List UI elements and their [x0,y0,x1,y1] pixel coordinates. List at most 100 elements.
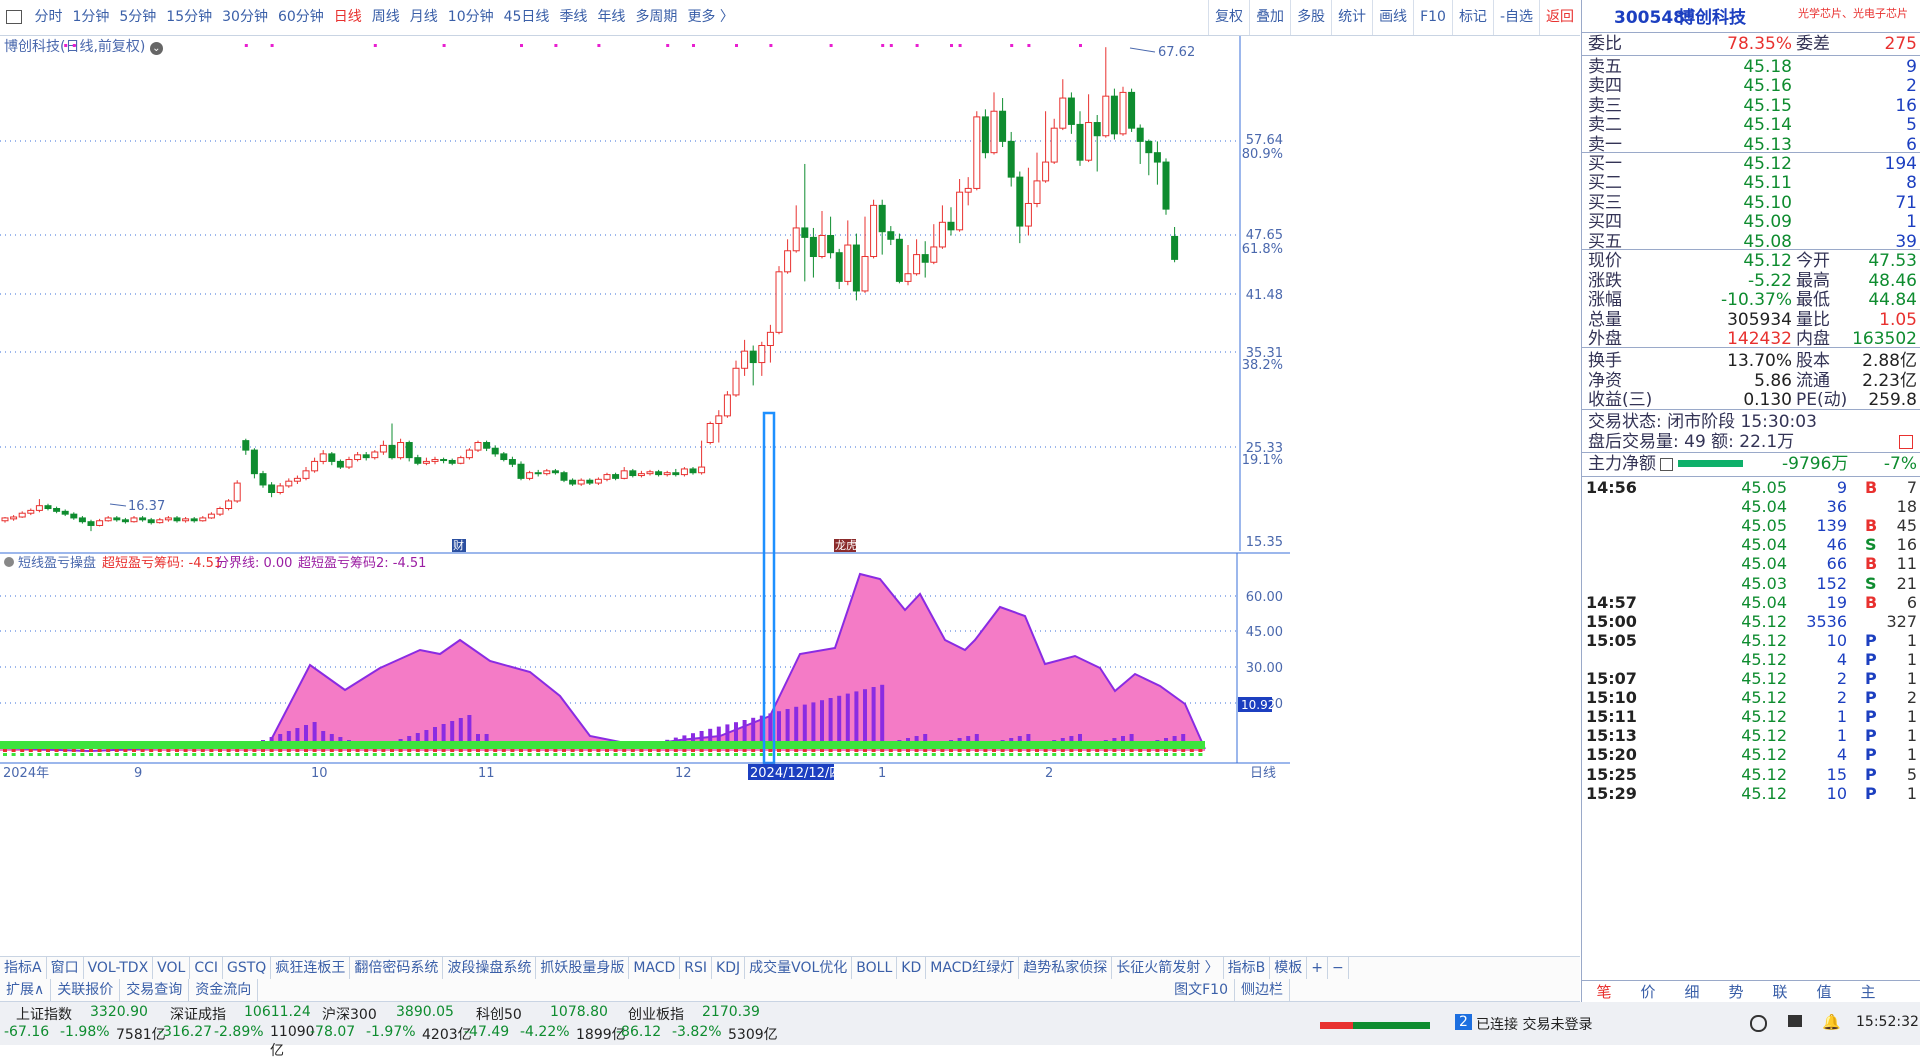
period-tab[interactable]: 分时 [34,0,62,35]
refresh-icon[interactable] [1750,1015,1767,1032]
candle-body [259,473,267,486]
extension-tab[interactable]: 扩展∧ [0,979,52,1001]
panel-bottom-tab[interactable]: 联 [1758,981,1802,1003]
band-red-mark [1121,749,1125,752]
band-red-mark [1052,749,1057,752]
indicator-tab[interactable]: 长征火箭发射 〉 [1112,957,1224,979]
indicator-tab[interactable]: GSTQ [223,957,272,979]
indicator-tab[interactable]: MACD [629,957,681,979]
period-tab[interactable]: 30分钟 [222,0,268,35]
indicator-tab[interactable]: − [1328,957,1349,979]
indicator-tab[interactable]: 模板 [1270,957,1308,979]
period-tab[interactable]: 年线 [597,0,625,35]
extension-tab[interactable]: 资金流向 [189,979,259,1001]
index-change: -47.49 [464,1024,510,1040]
indicator-tab[interactable]: RSI [680,957,713,979]
period-tab[interactable]: 10分钟 [448,0,494,35]
toolbar-button[interactable]: 返回 [1539,0,1580,35]
candle-body [603,474,611,480]
period-tab[interactable]: 60分钟 [278,0,324,35]
band-green-mark [794,753,799,756]
indicator-tab[interactable]: BOLL [852,957,898,979]
toolbar-button[interactable]: 统计 [1331,0,1372,35]
candle-body [371,451,379,459]
period-tab[interactable]: 多周期 [635,0,677,35]
panel-bottom-tab[interactable]: 势 [1714,981,1758,1003]
indicator-tab[interactable]: CCI [190,957,224,979]
indicator-tab[interactable]: 趋势私家侦探 [1019,957,1113,979]
connection-status[interactable]: 已连接 交易未登录 [1476,1014,1592,1034]
band-green-mark [97,753,102,756]
band-red-mark [630,749,635,752]
extension-tab-right[interactable]: 侧边栏 [1235,979,1290,1001]
indicator-tab[interactable]: MACD红绿灯 [926,957,1020,979]
band-green-mark [630,753,635,756]
band-green-mark [1026,753,1031,756]
index-value: 1078.80 [550,1004,608,1020]
indicator-tab[interactable]: VOL [153,957,191,979]
toolbar-button[interactable]: 多股 [1290,0,1331,35]
toolbar-button[interactable]: F10 [1413,0,1452,35]
candle-body [250,449,258,475]
toolbar-button[interactable]: 复权 [1208,0,1249,35]
indicator-tab[interactable]: 波段操盘系统 [443,957,537,979]
extension-tab[interactable]: 关联报价 [51,979,121,1001]
chart-icon[interactable] [1899,435,1913,449]
period-tab[interactable]: 15分钟 [166,0,212,35]
candle-body [388,444,396,459]
period-tab[interactable]: 季线 [559,0,587,35]
message-icon[interactable] [1788,1015,1802,1027]
period-tab[interactable]: 周线 [372,0,400,35]
chevron-down-icon[interactable] [4,557,14,567]
period-tab[interactable]: 45日线 [504,0,550,35]
toolbar-button[interactable]: 叠加 [1249,0,1290,35]
indicator-tab[interactable]: KD [897,957,927,979]
candle-body [1171,235,1179,260]
band-green-mark [682,753,687,756]
signal-dot [1010,44,1014,47]
candle-body [964,187,972,193]
signal-dot [72,44,76,47]
band-green-mark [441,753,446,756]
indicator-tab[interactable]: 翻倍密码系统 [350,957,444,979]
panel-bottom-tab[interactable]: 细 [1670,981,1714,1003]
toolbar-button[interactable]: 标记 [1451,0,1493,35]
indicator-tab[interactable]: VOL-TDX [84,957,154,979]
indicator-tab[interactable]: 指标A [0,957,47,979]
indicator-tab[interactable]: KDJ [712,957,746,979]
toolbar-button[interactable]: 画线 [1372,0,1413,35]
panel-bottom-tab[interactable]: 笔 [1582,981,1626,1003]
toolbar-button[interactable]: -自选 [1492,0,1539,35]
window-icon[interactable] [6,10,22,24]
extension-tab-right[interactable]: 图文F10 [1168,979,1235,1001]
period-tab[interactable]: 月线 [410,0,438,35]
panel-bottom-tab[interactable]: 值 [1802,981,1846,1003]
kline-chart[interactable]: 57.6480.9%47.6561.8%41.4835.3138.2%25.33… [0,36,1290,956]
band-red-mark [1095,749,1100,752]
index-name: 科创50 [476,1007,522,1023]
weibi-row: 委比 78.35% 委差 275 [1582,32,1920,56]
period-tab[interactable]: 5分钟 [119,0,156,35]
period-tab[interactable]: 更多 〉 [687,0,733,35]
list-icon[interactable] [1660,458,1673,471]
extension-tab[interactable]: 交易查询 [120,979,190,1001]
period-tab[interactable]: 日线 [334,0,362,35]
indicator-tab[interactable]: 指标B [1224,957,1271,979]
indicator-tab[interactable]: 抓妖股量身版 [536,957,630,979]
band-green-mark [665,753,670,756]
panel-bottom-tab[interactable]: 主 [1846,981,1890,1003]
panel-bottom-tab[interactable]: 价 [1626,981,1670,1003]
band-red-mark [587,749,592,752]
bell-icon[interactable]: 🔔 [1822,1013,1841,1031]
indicator-tab[interactable]: + [1307,957,1329,979]
indicator-tab[interactable]: 疯狂连板王 [271,957,351,979]
candle-body [629,470,637,477]
band-green-mark [871,753,876,756]
indicator-tab[interactable]: 成交量VOL优化 [745,957,853,979]
indicator-tab[interactable]: 窗口 [47,957,84,979]
band-red-mark [218,749,222,752]
period-tab[interactable]: 1分钟 [72,0,109,35]
indicator-bar [880,684,885,748]
candle-body [904,273,912,282]
status-bar: 上证指数 3320.90 -67.16 -1.98% 7581亿 深证成指 10611.24… [0,1002,1920,1059]
